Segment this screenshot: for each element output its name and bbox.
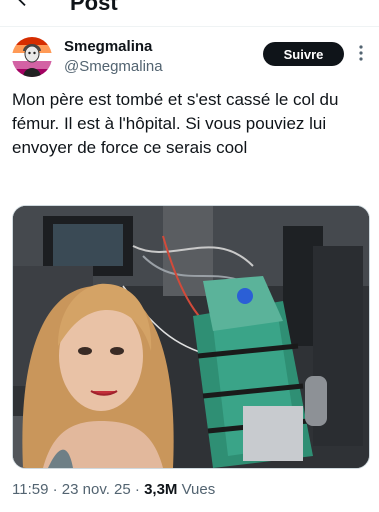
views-count[interactable]: 3,3M [144,481,177,498]
tweet-photo[interactable] [12,205,370,469]
hospital-selfie-photo [13,206,369,468]
more-options-icon[interactable] [354,43,368,63]
tweet-date[interactable]: 23 nov. 25 [62,481,131,498]
page-title: Post [70,0,118,15]
tweet-meta: 11:59 · 23 nov. 25 · 3,3M Vues [12,481,215,498]
avatar[interactable] [12,37,52,77]
follow-button[interactable]: Suivre [263,42,344,66]
author-display-name[interactable]: Smegmalina [64,38,152,55]
meta-separator: · [130,481,145,498]
meta-separator: · [48,481,62,498]
author-handle[interactable]: @Smegmalina [64,58,163,75]
tweet-author: Smegmalina @Smegmalina Suivre [12,37,372,79]
tweet-text: Mon père est tombé et s'est cassé le col… [12,90,339,157]
tweet-time[interactable]: 11:59 [12,481,48,498]
top-bar: Post [0,0,379,27]
arrow-left-icon[interactable] [14,0,36,10]
views-label: Vues [177,481,216,498]
